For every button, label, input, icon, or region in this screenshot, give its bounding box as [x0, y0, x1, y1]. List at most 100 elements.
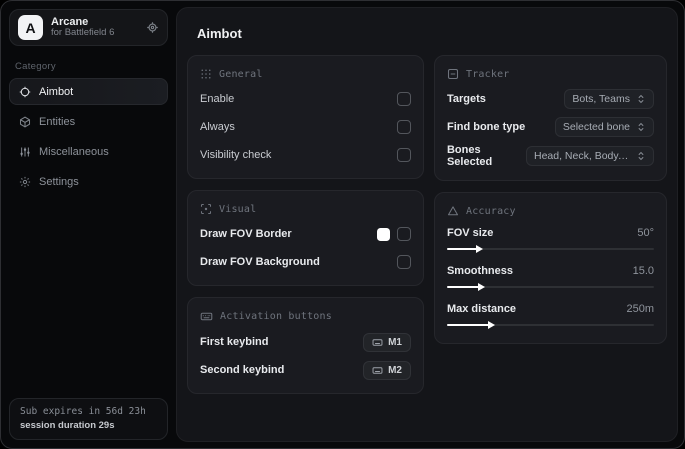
page-title: Aimbot [197, 26, 242, 41]
gear-icon [19, 176, 31, 188]
grid-dots-icon [200, 68, 212, 80]
setting-label: Visibility check [200, 149, 272, 161]
cube-icon [19, 116, 31, 128]
setting-label: FOV size [446, 227, 494, 239]
setting-label: Targets [446, 93, 486, 105]
draw-fov-border-checkbox[interactable] [396, 227, 411, 241]
slider-row-fov-size: FOV size 50° [446, 227, 654, 255]
slider-row-smoothness: Smoothness 15.0 [446, 265, 654, 293]
scan-line-icon [447, 68, 459, 80]
setting-label: Bones Selected [446, 144, 493, 168]
subscription-status-card: Sub expires in 56d 23h session duration … [9, 398, 168, 440]
visibility-check-checkbox[interactable] [396, 148, 411, 162]
app-window: A Arcane for Battlefield 6 Category Aimb… [0, 0, 685, 449]
dropdown-value: Head, Neck, Body, Pe.. [534, 150, 630, 162]
setting-label: Enable [200, 93, 235, 105]
setting-row-visibility-check: Visibility check [200, 144, 411, 166]
setting-row-enable: Enable [200, 88, 411, 110]
setting-row-draw-fov-background: Draw FOV Background [200, 251, 411, 273]
card-title-text: Visual [219, 203, 257, 215]
category-label: Category [15, 61, 56, 72]
triangle-icon [447, 205, 459, 217]
setting-row-always: Always [200, 116, 411, 138]
setting-row-bones-selected: Bones Selected Head, Neck, Body, Pe.. [447, 144, 654, 168]
keyboard-icon [200, 310, 213, 323]
keybind-value: M1 [388, 336, 402, 348]
setting-label: First keybind [200, 336, 269, 348]
crosshair-icon [19, 86, 31, 98]
sidebar: A Arcane for Battlefield 6 Category Aimb… [1, 1, 176, 448]
bones-selected-dropdown[interactable]: Head, Neck, Body, Pe.. [526, 146, 654, 166]
sidebar-item-label: Entities [39, 115, 76, 128]
setting-label: Max distance [446, 303, 517, 315]
card-title-text: Activation buttons [220, 311, 332, 322]
draw-fov-background-checkbox[interactable] [396, 255, 411, 269]
setting-label: Draw FOV Border [200, 228, 292, 240]
slider-fill [446, 324, 491, 326]
accuracy-card: Accuracy FOV size 50° Smoothness 15.0 Ma… [433, 192, 667, 344]
sidebar-item-label: Settings [39, 175, 79, 188]
session-duration-text: session duration 29s [20, 420, 115, 431]
smoothness-slider[interactable] [446, 281, 654, 293]
keyboard-icon [372, 365, 383, 376]
setting-row-targets: Targets Bots, Teams [447, 88, 654, 110]
slider-thumb[interactable] [488, 320, 496, 329]
sidebar-item-miscellaneous[interactable]: Miscellaneous [9, 138, 168, 165]
setting-label: Find bone type [446, 121, 526, 133]
card-title-text: Tracker [465, 68, 510, 80]
sliders-icon [19, 146, 31, 158]
chevrons-up-down-icon [636, 122, 646, 132]
dropdown-value: Bots, Teams [572, 93, 630, 105]
slider-fill [446, 248, 479, 250]
setting-row-first-keybind: First keybind M1 [200, 331, 411, 353]
setting-label: Always [200, 121, 235, 133]
max-distance-slider[interactable] [446, 319, 654, 331]
targets-dropdown[interactable]: Bots, Teams [564, 89, 654, 109]
chevrons-up-down-icon [636, 151, 646, 161]
sidebar-item-label: Miscellaneous [39, 145, 109, 158]
find-bone-type-dropdown[interactable]: Selected bone [554, 117, 654, 137]
general-card: General Enable Always Visibility check [187, 55, 424, 179]
dropdown-value: Selected bone [562, 121, 630, 133]
enable-checkbox[interactable] [396, 92, 411, 106]
slider-thumb[interactable] [478, 282, 486, 291]
second-keybind-button[interactable]: M2 [363, 360, 411, 380]
slider-value: 50° [637, 227, 654, 239]
keybind-value: M2 [388, 364, 402, 376]
activation-buttons-card: Activation buttons First keybind M1 Seco… [187, 297, 424, 394]
setting-label: Second keybind [200, 364, 285, 376]
setting-row-draw-fov-border: Draw FOV Border [200, 223, 411, 245]
sidebar-item-entities[interactable]: Entities [9, 108, 168, 135]
sidebar-item-label: Aimbot [39, 85, 74, 98]
tracker-card: Tracker Targets Bots, Teams Find bone ty… [433, 55, 667, 181]
setting-row-find-bone-type: Find bone type Selected bone [447, 116, 654, 138]
app-logo: A [18, 15, 43, 40]
sub-expiry-text: Sub expires in 56d 23h [20, 406, 146, 417]
slider-fill [446, 286, 481, 288]
focus-icon [200, 203, 212, 215]
slider-value: 250m [626, 303, 654, 315]
left-column: General Enable Always Visibility check V… [187, 55, 424, 394]
right-column: Tracker Targets Bots, Teams Find bone ty… [433, 55, 667, 344]
chevrons-up-down-icon [636, 94, 646, 104]
setting-label: Draw FOV Background [200, 256, 320, 268]
setting-label: Smoothness [446, 265, 513, 277]
fov-border-color-swatch[interactable] [376, 227, 390, 241]
main-panel: Aimbot General Enable Always Visibility … [176, 7, 678, 442]
slider-thumb[interactable] [476, 244, 484, 253]
app-subtitle: for Battlefield 6 [51, 27, 115, 39]
fov-size-slider[interactable] [446, 243, 654, 255]
sidebar-item-aimbot[interactable]: Aimbot [9, 78, 168, 105]
gear-icon[interactable] [146, 21, 159, 34]
slider-value: 15.0 [632, 265, 654, 277]
card-title-text: General [219, 68, 263, 80]
visual-card: Visual Draw FOV Border Draw FOV Backgrou… [187, 190, 424, 286]
setting-row-second-keybind: Second keybind M2 [200, 359, 411, 381]
logo-card: A Arcane for Battlefield 6 [9, 9, 168, 46]
slider-row-max-distance: Max distance 250m [446, 303, 654, 331]
card-title-text: Accuracy [465, 205, 516, 217]
keyboard-icon [372, 337, 383, 348]
first-keybind-button[interactable]: M1 [363, 332, 411, 352]
sidebar-item-settings[interactable]: Settings [9, 168, 168, 195]
always-checkbox[interactable] [396, 120, 411, 134]
